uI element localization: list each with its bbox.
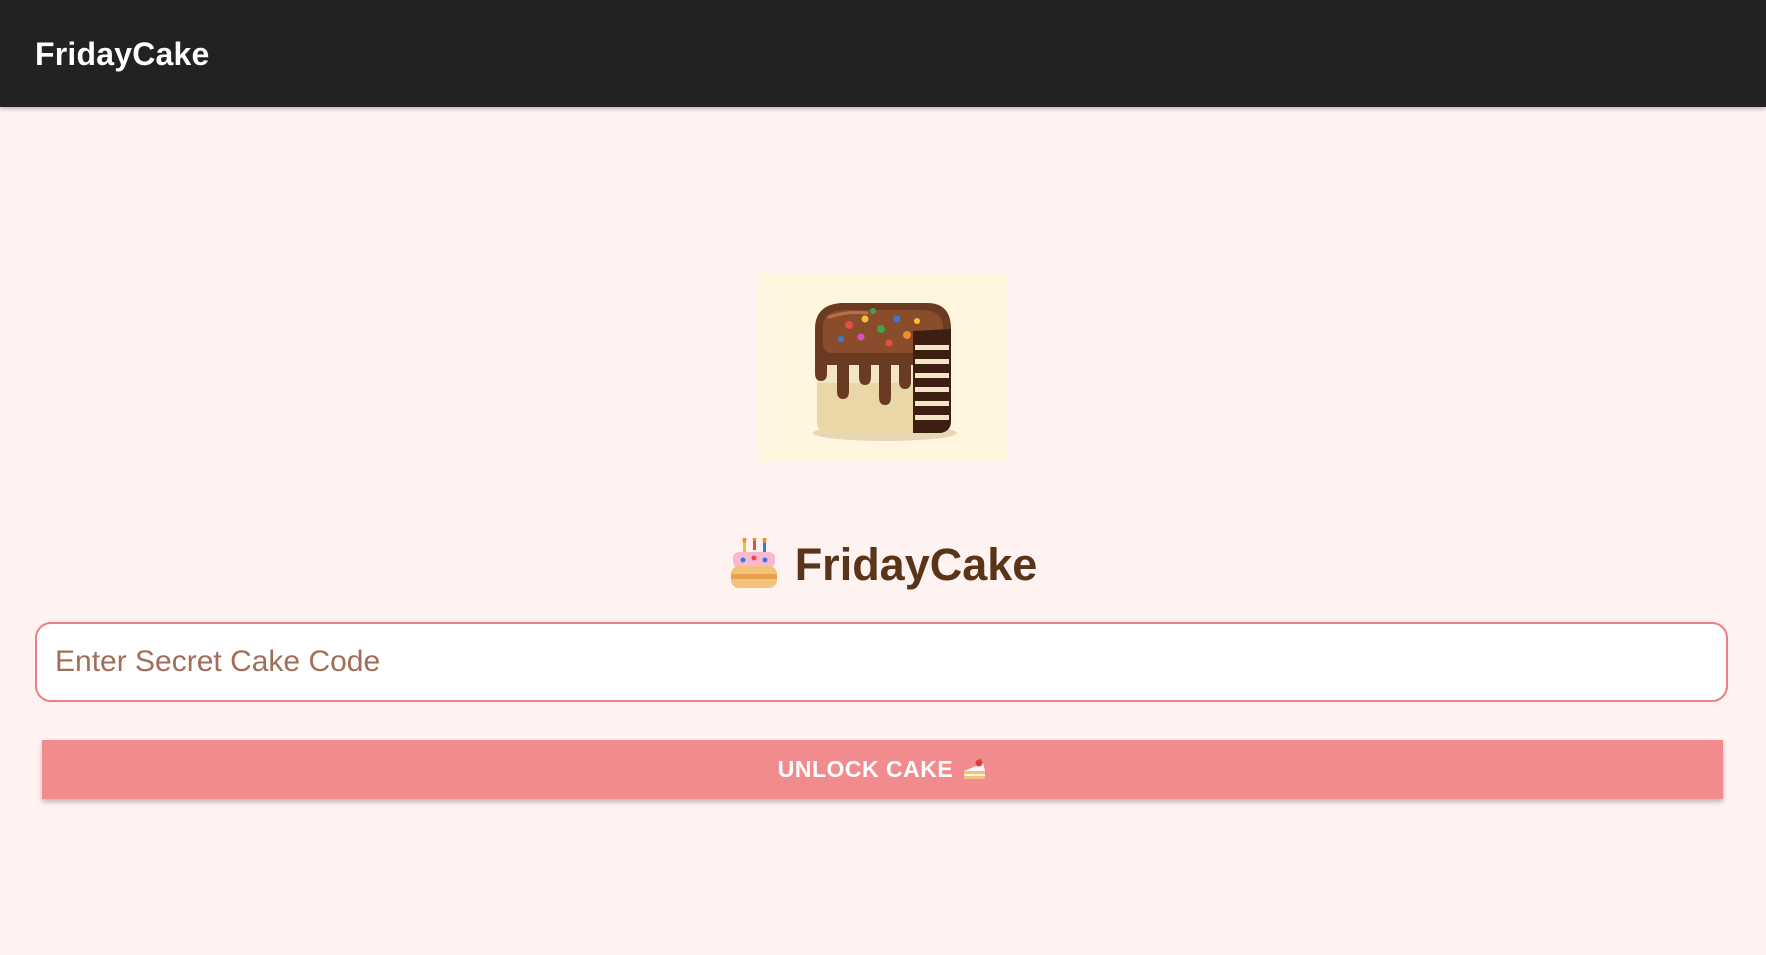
cake-logo-image [757,273,1007,461]
shortcake-icon [961,757,987,783]
secret-code-input[interactable] [35,622,1728,702]
app-title: FridayCake [35,36,210,72]
page-heading: FridayCake [0,535,1766,595]
heading-title: FridayCake [794,539,1038,590]
app-bar: FridayCake [0,0,1766,107]
unlock-button-label: UNLOCK CAKE [777,756,954,782]
birthday-cake-icon [729,535,779,592]
unlock-cake-button[interactable]: UNLOCK CAKE [42,740,1723,799]
chocolate-cake-illustration-icon [813,303,957,441]
